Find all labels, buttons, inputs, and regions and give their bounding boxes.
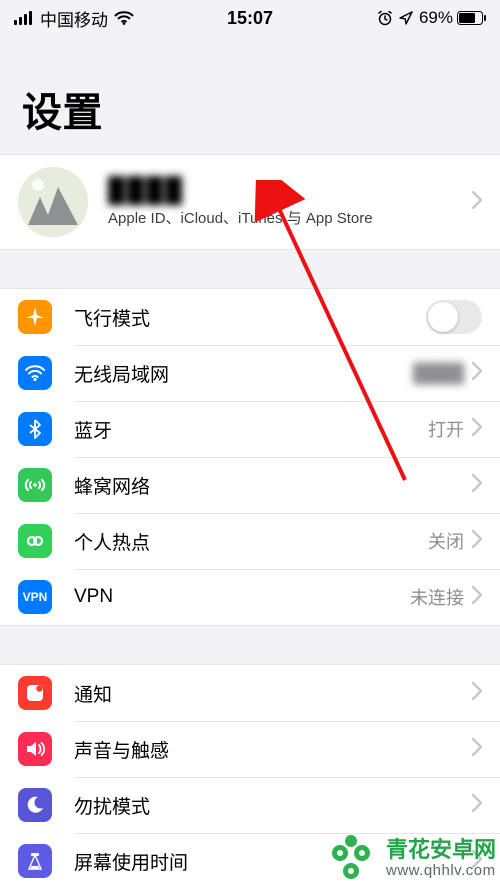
chevron-right-icon xyxy=(472,362,482,385)
screentime-label: 屏幕使用时间 xyxy=(74,848,188,875)
watermark-logo-icon xyxy=(324,831,378,885)
wifi-label: 无线局域网 xyxy=(74,360,169,387)
vpn-label: VPN xyxy=(74,586,113,608)
chevron-right-icon xyxy=(472,738,482,761)
cellular-label: 蜂窝网络 xyxy=(74,472,150,499)
airplane-icon xyxy=(18,300,52,334)
vpn-value: 未连接 xyxy=(410,584,464,610)
page-title: 设置 xyxy=(22,80,478,138)
hotspot-icon xyxy=(18,524,52,558)
vpn-icon: VPN xyxy=(18,580,52,614)
bluetooth-value: 打开 xyxy=(428,416,464,442)
profile-texts: ████ Apple ID、iCloud、iTunes 与 App Store xyxy=(108,177,373,228)
avatar xyxy=(18,167,88,237)
watermark-texts: 青花安卓网 www.qhhlv.com xyxy=(386,837,496,880)
status-bar: 中国移动 15:07 69% xyxy=(0,0,500,36)
notifications-row[interactable]: 通知 xyxy=(0,665,500,721)
wifi-row[interactable]: 无线局域网 ████ xyxy=(0,345,500,401)
notifications-label: 通知 xyxy=(74,680,112,707)
vpn-row[interactable]: VPN VPN 未连接 xyxy=(0,569,500,625)
bluetooth-icon xyxy=(18,412,52,446)
bluetooth-label: 蓝牙 xyxy=(74,416,112,443)
status-time: 15:07 xyxy=(0,8,500,29)
wifi-settings-icon xyxy=(18,356,52,390)
settings-screen: 中国移动 15:07 69% 设置 xyxy=(0,0,500,889)
chevron-right-icon xyxy=(472,794,482,817)
chevron-right-icon xyxy=(472,586,482,609)
bluetooth-row[interactable]: 蓝牙 打开 xyxy=(0,401,500,457)
sounds-row[interactable]: 声音与触感 xyxy=(0,721,500,777)
dnd-label: 勿扰模式 xyxy=(74,792,150,819)
wifi-value: ████ xyxy=(413,363,464,384)
cellular-row[interactable]: 蜂窝网络 xyxy=(0,457,500,513)
airplane-mode-row[interactable]: 飞行模式 xyxy=(0,289,500,345)
chevron-right-icon xyxy=(472,474,482,497)
screentime-icon xyxy=(18,844,52,878)
hotspot-value: 关闭 xyxy=(428,528,464,554)
chevron-right-icon xyxy=(472,682,482,705)
apple-id-row[interactable]: ████ Apple ID、iCloud、iTunes 与 App Store xyxy=(0,155,500,249)
page-header: 设置 xyxy=(0,36,500,154)
profile-name: ████ xyxy=(108,177,373,205)
sounds-icon xyxy=(18,732,52,766)
watermark-title: 青花安卓网 xyxy=(386,837,496,862)
chevron-right-icon xyxy=(472,418,482,441)
hotspot-label: 个人热点 xyxy=(74,528,150,555)
connectivity-group: 飞行模式 无线局域网 ████ 蓝牙 打开 蜂窝网络 xyxy=(0,288,500,626)
chevron-right-icon xyxy=(472,530,482,553)
profile-group: ████ Apple ID、iCloud、iTunes 与 App Store xyxy=(0,154,500,250)
notifications-icon xyxy=(18,676,52,710)
hotspot-row[interactable]: 个人热点 关闭 xyxy=(0,513,500,569)
dnd-icon xyxy=(18,788,52,822)
chevron-right-icon xyxy=(472,191,482,214)
watermark-url: www.qhhlv.com xyxy=(386,862,496,879)
dnd-row[interactable]: 勿扰模式 xyxy=(0,777,500,833)
sounds-label: 声音与触感 xyxy=(74,736,169,763)
profile-subtitle: Apple ID、iCloud、iTunes 与 App Store xyxy=(108,207,373,228)
watermark: 青花安卓网 www.qhhlv.com xyxy=(324,831,496,885)
airplane-label: 飞行模式 xyxy=(74,304,150,331)
vpn-badge-text: VPN xyxy=(23,591,48,603)
airplane-toggle[interactable] xyxy=(426,300,482,334)
cellular-icon xyxy=(18,468,52,502)
